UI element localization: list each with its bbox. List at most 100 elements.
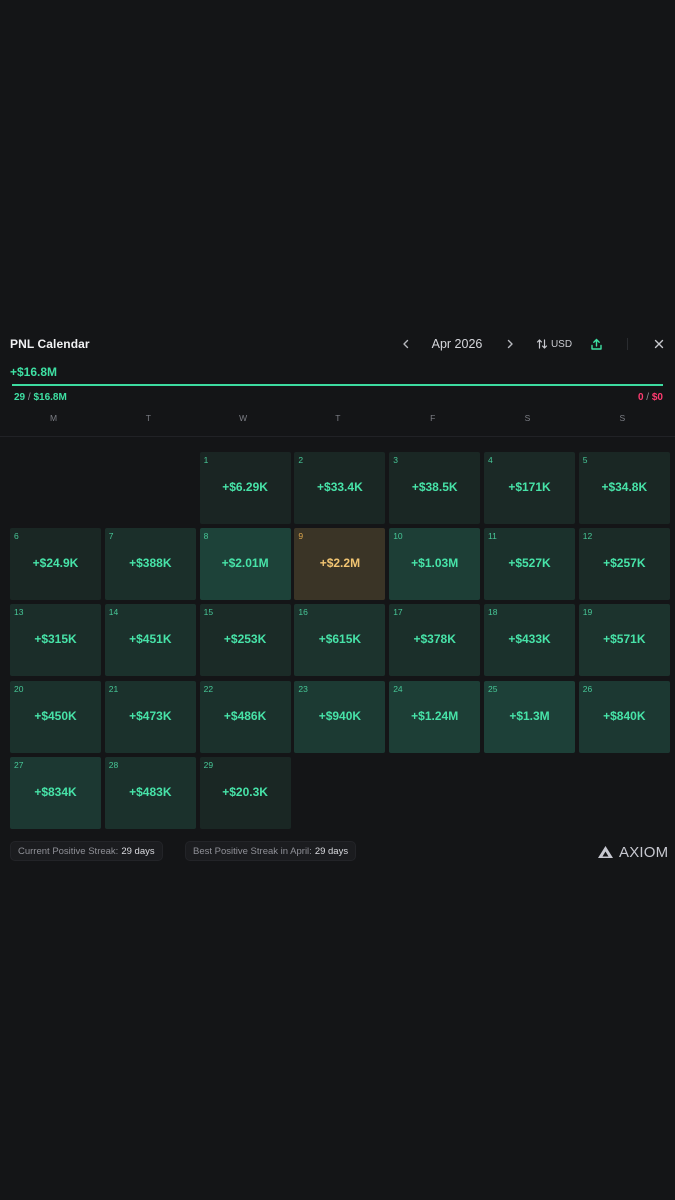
- calendar-day-cell[interactable]: 21 +$473K: [104, 680, 196, 753]
- next-month-button[interactable]: [503, 335, 517, 353]
- swap-vertical-icon: [536, 339, 548, 349]
- calendar-day-cell[interactable]: 19 +$571K: [578, 604, 670, 677]
- calendar-day-cell[interactable]: 6 +$24.9K: [10, 528, 101, 601]
- current-streak-value: 29 days: [121, 845, 155, 857]
- calendar-day-cell[interactable]: 5 +$34.8K: [578, 452, 670, 524]
- day-pnl-value: +$378K: [413, 632, 456, 647]
- calendar-day-cell[interactable]: 8 +$2.01M: [199, 528, 291, 601]
- previous-month-button[interactable]: [399, 335, 413, 353]
- calendar-day-cell[interactable]: 14 +$451K: [104, 604, 196, 677]
- day-pnl-value: +$450K: [34, 708, 77, 723]
- day-pnl-value: +$253K: [223, 632, 267, 647]
- calendar-day-cell[interactable]: 9 +$2.2M: [294, 528, 386, 601]
- day-number: 21: [108, 683, 119, 694]
- day-number: 28: [108, 759, 119, 770]
- day-pnl-value: +$33.4K: [317, 480, 363, 494]
- weekday-label: W: [239, 413, 248, 423]
- win-days: 29: [14, 392, 26, 403]
- chevron-left-icon: [403, 339, 409, 349]
- weekday-label: F: [430, 413, 436, 423]
- calendar-day-cell[interactable]: 26 +$840K: [578, 680, 670, 753]
- day-pnl-value: +$834K: [34, 784, 77, 799]
- calendar-day-cell[interactable]: 29 +$20.3K: [199, 756, 291, 829]
- calendar-day-cell[interactable]: 20 +$450K: [10, 680, 101, 753]
- day-pnl-value: +$433K: [508, 632, 551, 647]
- day-pnl-value: +$940K: [318, 708, 362, 723]
- day-pnl-value: +$486K: [223, 708, 267, 723]
- weekday-label: T: [335, 413, 341, 423]
- day-number: 18: [488, 607, 498, 618]
- header-separator: [0, 436, 675, 437]
- day-number: 14: [108, 607, 119, 618]
- day-pnl-value: +$483K: [129, 784, 172, 799]
- day-pnl-value: +$2.01M: [221, 556, 269, 571]
- calendar-header: PNL Calendar Apr 2026 USD: [0, 326, 675, 362]
- day-number: 27: [14, 759, 24, 770]
- export-button[interactable]: [588, 335, 604, 353]
- calendar-day-cell[interactable]: 7 +$388K: [104, 528, 196, 601]
- calendar-day-cell[interactable]: 23 +$940K: [294, 680, 386, 753]
- day-number: 10: [393, 531, 403, 542]
- day-number: 19: [582, 607, 593, 618]
- day-pnl-value: +$1.3M: [509, 708, 550, 723]
- day-number: 8: [203, 531, 209, 542]
- calendar-day-cell[interactable]: 4 +$171K: [484, 452, 575, 524]
- day-pnl-value: +$171K: [508, 480, 551, 494]
- day-number: 20: [14, 683, 24, 694]
- calendar-day-cell[interactable]: 22 +$486K: [199, 680, 291, 753]
- day-number: 26: [582, 683, 593, 694]
- calendar-day-cell[interactable]: 2 +$33.4K: [294, 452, 386, 524]
- day-number: 9: [298, 531, 304, 542]
- calendar-day-cell[interactable]: 24 +$1.24M: [389, 680, 481, 753]
- pnl-calendar-panel: PNL Calendar Apr 2026 USD +$16.8M 29 / $…: [0, 326, 675, 866]
- day-number: 15: [203, 607, 214, 618]
- day-number: 1: [203, 455, 209, 465]
- weekday-label: S: [619, 413, 626, 423]
- best-streak-badge: Best Positive Streak in April: 29 days: [185, 841, 357, 861]
- close-button[interactable]: [651, 335, 667, 353]
- calendar-day-cell[interactable]: 11 +$527K: [484, 528, 575, 601]
- calendar-day-cell[interactable]: 3 +$38.5K: [389, 452, 481, 524]
- header-divider: [627, 338, 628, 350]
- day-pnl-value: +$2.2M: [319, 556, 361, 571]
- day-number: 7: [108, 531, 114, 542]
- calendar-day-cell[interactable]: 18 +$433K: [484, 604, 575, 677]
- day-pnl-value: +$571K: [603, 632, 646, 647]
- day-number: 16: [298, 607, 308, 618]
- calendar-day-cell[interactable]: 27 +$834K: [10, 756, 101, 829]
- close-icon: [654, 339, 664, 349]
- weekday-label: S: [524, 413, 531, 423]
- calendar-day-cell[interactable]: 16 +$615K: [294, 604, 386, 677]
- calendar-day-cell[interactable]: 1 +$6.29K: [199, 452, 291, 524]
- day-pnl-value: +$615K: [318, 632, 362, 647]
- month-label[interactable]: Apr 2026: [424, 335, 490, 353]
- calendar-day-cell[interactable]: 13 +$315K: [10, 604, 101, 677]
- currency-toggle-button[interactable]: USD: [532, 335, 576, 353]
- day-number: 4: [488, 455, 493, 465]
- total-pnl: +$16.8M: [10, 365, 58, 379]
- calendar-day-cell[interactable]: 12 +$257K: [578, 528, 670, 601]
- weekday-label: T: [145, 413, 151, 423]
- day-number: 24: [393, 683, 403, 694]
- day-pnl-value: +$6.29K: [222, 480, 268, 494]
- calendar-day-cell[interactable]: 25 +$1.3M: [484, 680, 575, 753]
- day-number: 29: [203, 759, 214, 770]
- best-streak-label: Best Positive Streak in April:: [193, 845, 312, 857]
- day-number: 3: [393, 455, 398, 465]
- calendar-day-cell[interactable]: 15 +$253K: [199, 604, 291, 677]
- day-number: 25: [488, 683, 498, 694]
- best-streak-value: 29 days: [314, 845, 349, 857]
- loss-summary: 0 / $0: [637, 392, 663, 403]
- loss-amount: $0: [651, 392, 663, 403]
- brand-name: AXIOM: [619, 843, 669, 861]
- calendar-day-cell[interactable]: 28 +$483K: [104, 756, 196, 829]
- day-pnl-value: +$527K: [508, 556, 551, 571]
- day-number: 17: [393, 607, 403, 618]
- calendar-day-cell[interactable]: 17 +$378K: [389, 604, 481, 677]
- share-upload-icon: [590, 338, 602, 350]
- chevron-right-icon: [507, 339, 513, 349]
- day-number: 13: [14, 607, 24, 618]
- day-number: 22: [203, 683, 214, 694]
- day-pnl-value: +$1.24M: [411, 708, 459, 723]
- calendar-day-cell[interactable]: 10 +$1.03M: [389, 528, 481, 601]
